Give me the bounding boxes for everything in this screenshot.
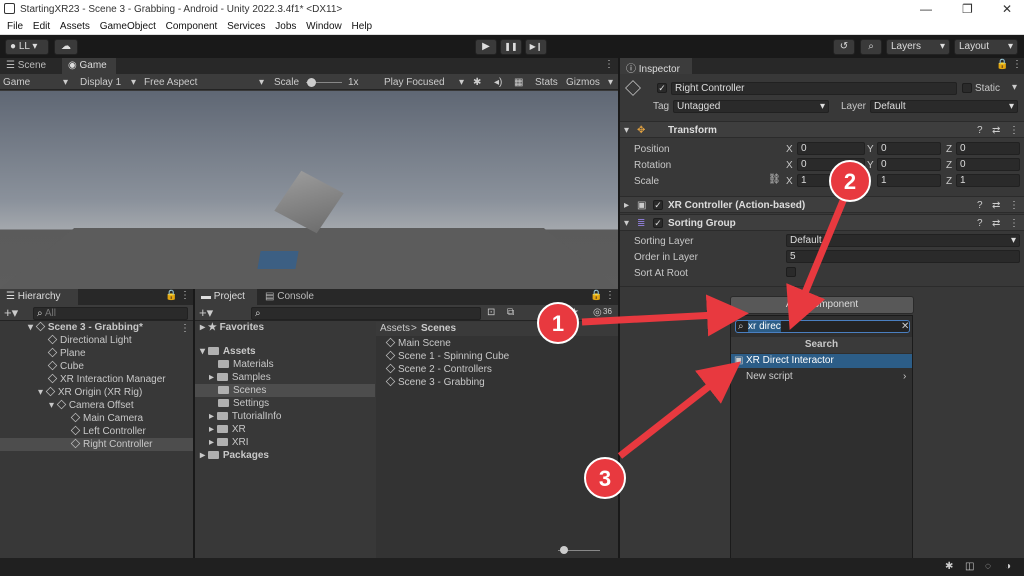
annotation-number-2: 2 (844, 169, 856, 194)
annotation-arrow-3 (617, 361, 742, 459)
annotation-overlay: 1 2 3 (537, 160, 871, 499)
annotation-arrow-1 (581, 294, 749, 337)
annotation-number-1: 1 (552, 311, 564, 336)
annotation-number-3: 3 (599, 466, 611, 491)
annotation-arrow-2 (786, 194, 849, 330)
